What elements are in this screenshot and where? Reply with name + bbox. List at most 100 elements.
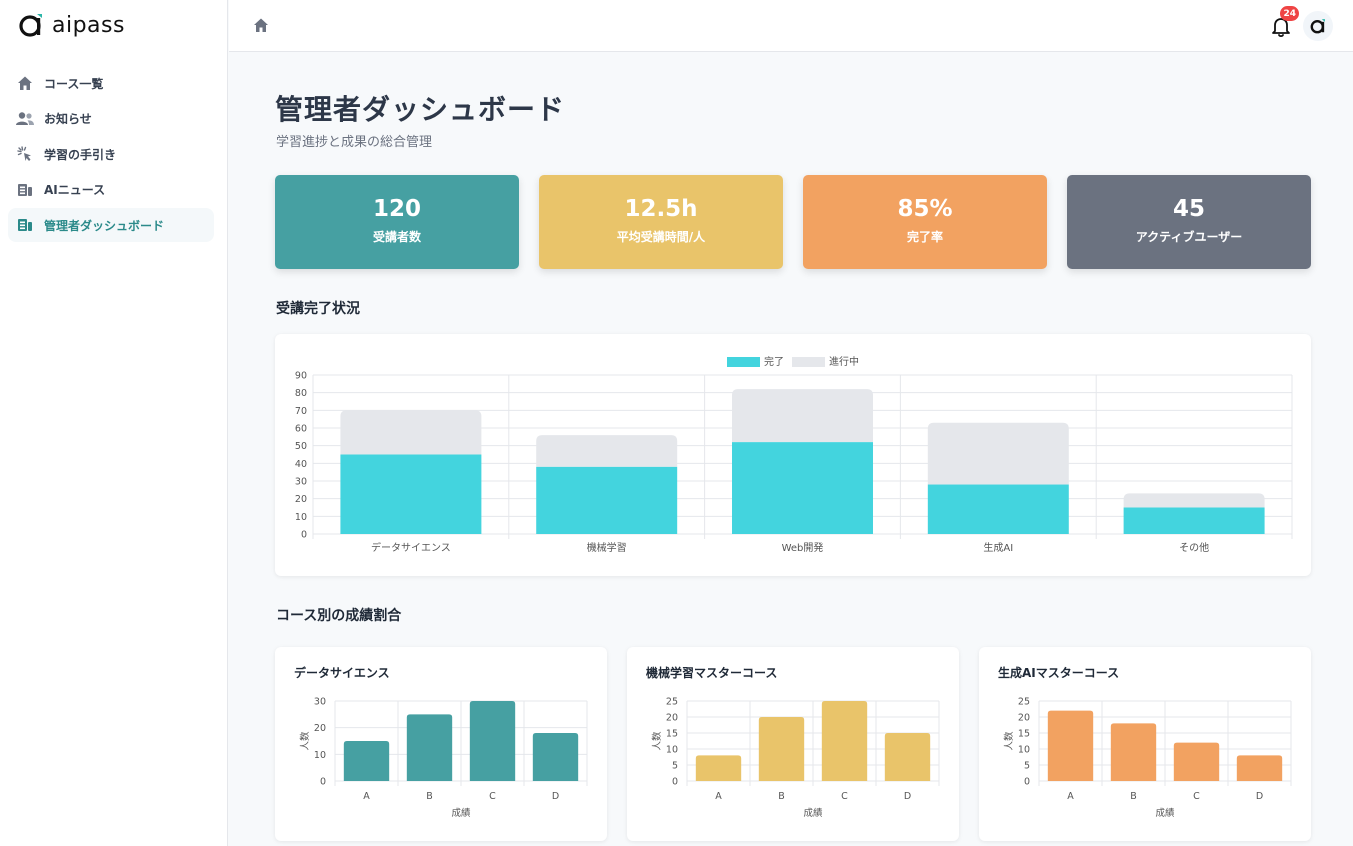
bar-completed — [536, 466, 678, 534]
y-tick-label: 10 — [314, 750, 326, 761]
stat-card-completion-rate: 85% 完了率 — [803, 175, 1047, 269]
y-axis-label: 人数 — [299, 731, 311, 751]
home-icon — [16, 74, 34, 92]
y-tick-label: 25 — [666, 697, 678, 708]
bar-in-progress — [1123, 493, 1265, 508]
x-tick-label: Web開発 — [782, 541, 824, 554]
y-tick-label: 0 — [301, 530, 307, 541]
y-tick-label: 10 — [295, 512, 307, 523]
top-header: 24 — [229, 0, 1353, 52]
x-tick-label: D — [552, 791, 559, 802]
stat-value: 85% — [897, 196, 953, 222]
grade-bar — [1110, 723, 1157, 781]
sidebar-item-ai-news[interactable]: AIニュース — [8, 173, 214, 207]
sidebar-item-label: 学習の手引き — [44, 147, 117, 162]
dashboard-icon — [16, 216, 34, 234]
grade-bar — [695, 755, 742, 781]
breadcrumb-home-icon[interactable] — [253, 17, 271, 35]
logo[interactable]: aipass — [18, 12, 125, 38]
y-tick-label: 30 — [314, 697, 326, 708]
grade-bar — [1047, 710, 1094, 781]
grade-chart-card-data-science: データサイエンス 0 10 20 30 A B C D 成績 人数 — [275, 647, 607, 841]
x-tick-label: B — [778, 791, 785, 802]
stat-card-active-users: 45 アクティブユーザー — [1067, 175, 1311, 269]
y-tick-label: 20 — [314, 723, 326, 734]
stat-label: アクティブユーザー — [1135, 230, 1243, 244]
bar-in-progress — [732, 389, 873, 443]
grade-bar — [1173, 742, 1220, 781]
x-tick-label: A — [1067, 791, 1074, 802]
stat-label: 平均受講時間/人 — [616, 230, 706, 244]
avatar[interactable] — [1303, 11, 1333, 41]
grade-bar — [1236, 755, 1283, 781]
x-tick-label: B — [1130, 791, 1137, 802]
section-title-grades: コース別の成績割合 — [276, 608, 402, 624]
stat-label: 受講者数 — [372, 230, 421, 244]
stat-value: 45 — [1172, 196, 1205, 222]
y-tick-label: 80 — [295, 388, 307, 399]
logo-text: aipass — [52, 12, 125, 38]
sidebar-item-courses[interactable]: コース一覧 — [8, 66, 214, 100]
stat-card-students: 120 受講者数 — [275, 175, 519, 269]
grade-bar — [884, 733, 931, 781]
sidebar-item-label: お知らせ — [44, 112, 92, 126]
y-tick-label: 50 — [295, 441, 307, 452]
x-tick-label: D — [1256, 791, 1263, 802]
page-title: 管理者ダッシュボード — [275, 93, 566, 126]
sidebar-item-admin-dashboard[interactable]: 管理者ダッシュボード — [8, 208, 214, 242]
sidebar-nav: コース一覧 お知らせ 学習の手引き AIニュース 管理者ダッシュボード — [8, 66, 214, 244]
completion-chart-card: 0 10 20 30 40 50 60 70 80 90 データサイエンス 機械学習 Web開発 生成AI… — [275, 334, 1311, 576]
legend-label-completed: 完了 — [764, 355, 784, 368]
x-tick-label: D — [904, 791, 911, 802]
x-axis-label: 成績 — [1155, 807, 1175, 819]
y-tick-label: 30 — [295, 477, 307, 488]
grade-bar — [821, 701, 868, 781]
x-axis-label: 成績 — [451, 807, 471, 819]
y-tick-label: 0 — [672, 777, 678, 788]
x-tick-label: その他 — [1179, 541, 1209, 554]
y-tick-label: 10 — [666, 745, 678, 756]
y-tick-label: 70 — [295, 406, 307, 417]
y-tick-label: 90 — [295, 371, 307, 382]
sidebar-item-label: AIニュース — [44, 183, 106, 197]
y-tick-label: 15 — [666, 729, 678, 740]
sidebar-item-label: コース一覧 — [44, 76, 104, 91]
y-tick-label: 60 — [295, 424, 307, 435]
y-axis-label: 人数 — [1003, 731, 1015, 751]
newspaper-icon — [16, 181, 34, 199]
legend-swatch-completed — [727, 357, 760, 367]
sidebar: aipass コース一覧 お知らせ 学習の手引き AIニュース 管理者ダッシュボ… — [0, 0, 228, 846]
y-tick-label: 5 — [672, 761, 678, 772]
grade-bar — [758, 717, 805, 781]
completion-stacked-bar-chart: 0 10 20 30 40 50 60 70 80 90 データサイエンス 機械学習 Web開発 生成AI… — [295, 355, 1293, 554]
stat-value: 120 — [372, 196, 421, 222]
x-tick-label: C — [489, 791, 496, 802]
y-tick-label: 0 — [1024, 777, 1030, 788]
stat-label: 完了率 — [906, 230, 943, 244]
grade-chart-card-genai: 生成AIマスターコース 0 5 10 15 20 25 A B C D 成績 人数 — [979, 647, 1311, 841]
y-tick-label: 20 — [295, 494, 307, 505]
bar-completed — [732, 442, 873, 534]
y-tick-label: 10 — [1018, 745, 1030, 756]
x-tick-label: C — [841, 791, 848, 802]
sidebar-item-news[interactable]: お知らせ — [8, 102, 214, 136]
x-tick-label: データサイエンス — [371, 541, 451, 554]
page-subtitle: 学習進捗と成果の総合管理 — [276, 135, 433, 150]
sidebar-item-label: 管理者ダッシュボード — [44, 218, 165, 233]
logo-icon — [18, 12, 44, 38]
legend-swatch-in-progress — [792, 357, 825, 367]
y-tick-label: 20 — [666, 713, 678, 724]
x-axis-label: 成績 — [803, 807, 823, 819]
x-tick-label: A — [363, 791, 370, 802]
section-title-completion: 受講完了状況 — [276, 301, 360, 317]
notification-badge: 24 — [1280, 6, 1299, 21]
x-tick-label: C — [1193, 791, 1200, 802]
sidebar-item-guide[interactable]: 学習の手引き — [8, 137, 214, 171]
cursor-click-icon — [16, 145, 34, 163]
x-tick-label: B — [426, 791, 433, 802]
grade-bar — [532, 733, 579, 781]
y-axis-label: 人数 — [651, 731, 663, 751]
avatar-logo-icon — [1310, 19, 1325, 34]
x-tick-label: 生成AI — [983, 541, 1013, 554]
grade-bar — [343, 741, 390, 781]
